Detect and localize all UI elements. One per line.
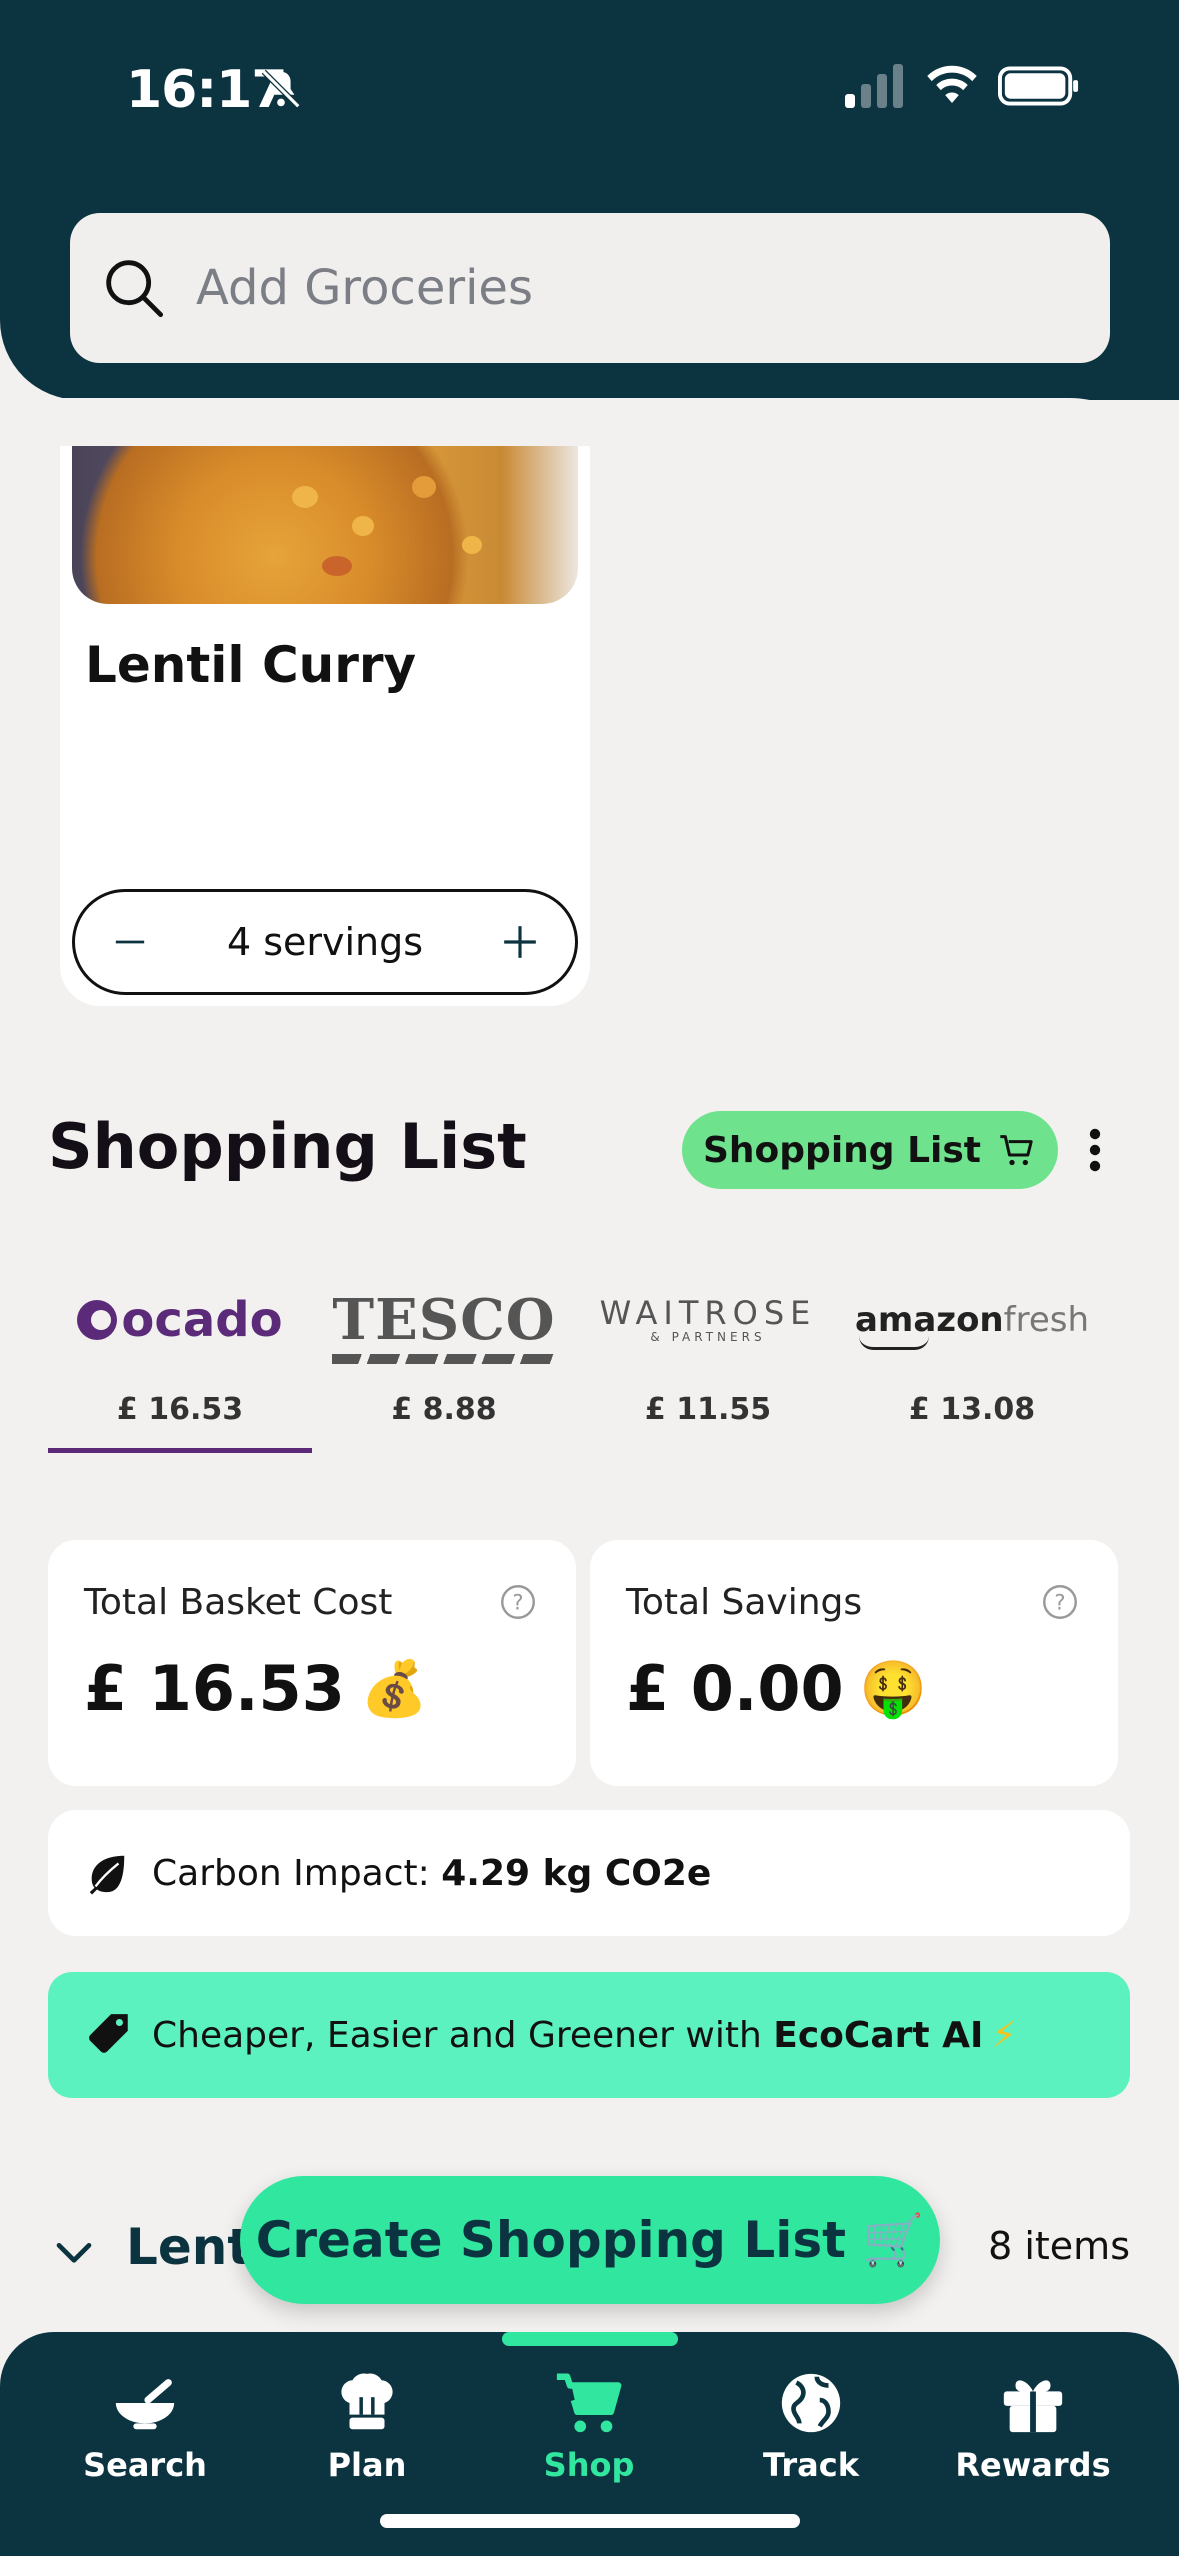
lightning-icon: ⚡ (991, 2014, 1017, 2056)
retailer-tab-waitrose[interactable]: WAITROSE & PARTNERS £ 11.55 (576, 1280, 840, 1460)
search-input[interactable]: Add Groceries (196, 260, 533, 316)
home-indicator (380, 2514, 800, 2528)
minus-icon (115, 940, 145, 944)
tesco-logo: TESCO (332, 1292, 556, 1364)
total-savings-title: Total Savings (626, 1582, 863, 1623)
help-icon[interactable]: ? (500, 1584, 536, 1620)
retailer-tab-amazon-fresh[interactable]: amazonfresh £ 13.08 (840, 1280, 1104, 1460)
ecocart-banner-text: Cheaper, Easier and Greener with (152, 2014, 762, 2056)
status-bar: 16:17 (0, 50, 1179, 130)
chef-hat-icon (341, 2373, 393, 2430)
globe-icon (781, 2373, 841, 2433)
nav-label: Rewards (955, 2446, 1111, 2484)
svg-text:?: ? (1054, 1591, 1065, 1615)
retailer-tab-ocado[interactable]: ocado £ 16.53 (48, 1280, 312, 1460)
active-nav-indicator (502, 2332, 678, 2346)
carbon-impact-value: 4.29 kg CO2e (441, 1852, 712, 1894)
total-basket-cost-value: £ 16.53 (84, 1652, 345, 1725)
create-shopping-list-button[interactable]: Create Shopping List 🛒 (240, 2176, 940, 2304)
search-icon (106, 260, 164, 318)
retailer-price: £ 8.88 (391, 1392, 497, 1427)
servings-stepper: 4 servings (72, 889, 578, 995)
cart-icon (1000, 1135, 1033, 1166)
more-options-icon[interactable] (1088, 1128, 1102, 1172)
shopping-list-title: Shopping List (48, 1110, 527, 1183)
money-face-icon: 🤑 (859, 1656, 927, 1720)
nav-label: Plan (327, 2446, 407, 2484)
recipe-group-count: 8 items (988, 2224, 1130, 2268)
servings-label: 4 servings (226, 920, 424, 964)
create-shopping-list-label: Create Shopping List (255, 2211, 847, 2269)
cart-icon (556, 2373, 622, 2433)
shopping-list-button[interactable]: Shopping List (682, 1111, 1058, 1189)
plus-icon (504, 926, 536, 958)
retailer-price: £ 11.55 (644, 1392, 772, 1427)
chevron-down-icon[interactable] (54, 2232, 94, 2272)
nav-item-plan[interactable]: Plan (267, 2368, 467, 2488)
shopping-list-button-label: Shopping List (702, 1129, 981, 1171)
price-tag-icon (89, 2014, 128, 2053)
decrease-servings-button[interactable] (103, 915, 157, 969)
search-bar[interactable]: Add Groceries (70, 213, 1110, 363)
shopping-cart-icon: 🛒 (862, 2210, 925, 2269)
carbon-impact-card: Carbon Impact: 4.29 kg CO2e (48, 1810, 1130, 1936)
retailer-price: £ 13.08 (908, 1392, 1036, 1427)
nav-item-track[interactable]: Track (711, 2368, 911, 2488)
recipe-title: Lentil Curry (85, 636, 417, 694)
wifi-icon (927, 65, 977, 103)
ocado-logo: ocado (77, 1292, 283, 1348)
total-basket-cost-card: Total Basket Cost ? £ 16.53 💰 (48, 1540, 576, 1786)
carbon-impact-label: Carbon Impact: (152, 1852, 430, 1894)
battery-icon (998, 66, 1079, 106)
amazon-fresh-logo: amazonfresh (855, 1300, 1089, 1350)
nav-label: Search (83, 2446, 207, 2484)
bowl-icon (115, 2379, 175, 2430)
ecocart-banner[interactable]: Cheaper, Easier and Greener with EcoCart… (48, 1972, 1130, 2098)
nav-item-shop[interactable]: Shop (489, 2368, 689, 2488)
total-savings-value: £ 0.00 (626, 1652, 844, 1725)
bell-muted-icon (261, 69, 301, 109)
svg-text:?: ? (512, 1591, 523, 1615)
selected-tab-indicator (48, 1448, 312, 1453)
total-basket-cost-title: Total Basket Cost (84, 1582, 393, 1623)
total-savings-card: Total Savings ? £ 0.00 🤑 (590, 1540, 1118, 1786)
money-bag-icon: 💰 (360, 1656, 429, 1720)
leaf-icon (89, 1855, 125, 1895)
nav-label: Shop (543, 2446, 635, 2484)
nav-item-rewards[interactable]: Rewards (933, 2368, 1133, 2488)
gift-icon (1003, 2380, 1063, 2433)
ecocart-brand: EcoCart AI (773, 2014, 984, 2056)
increase-servings-button[interactable] (493, 915, 547, 969)
recipe-image (72, 446, 578, 604)
signal-icon (845, 64, 903, 108)
retailer-price: £ 16.53 (116, 1392, 244, 1427)
retailer-tabs: ocado £ 16.53 TESCO £ 8.88 WAITROSE & PAR… (48, 1280, 1114, 1460)
nav-label: Track (763, 2446, 859, 2484)
recipe-card[interactable]: Lentil Curry 4 servings (60, 446, 590, 1006)
nav-item-search[interactable]: Search (45, 2368, 245, 2488)
retailer-tab-tesco[interactable]: TESCO £ 8.88 (312, 1280, 576, 1460)
help-icon[interactable]: ? (1042, 1584, 1078, 1620)
waitrose-logo: WAITROSE & PARTNERS (599, 1293, 817, 1344)
